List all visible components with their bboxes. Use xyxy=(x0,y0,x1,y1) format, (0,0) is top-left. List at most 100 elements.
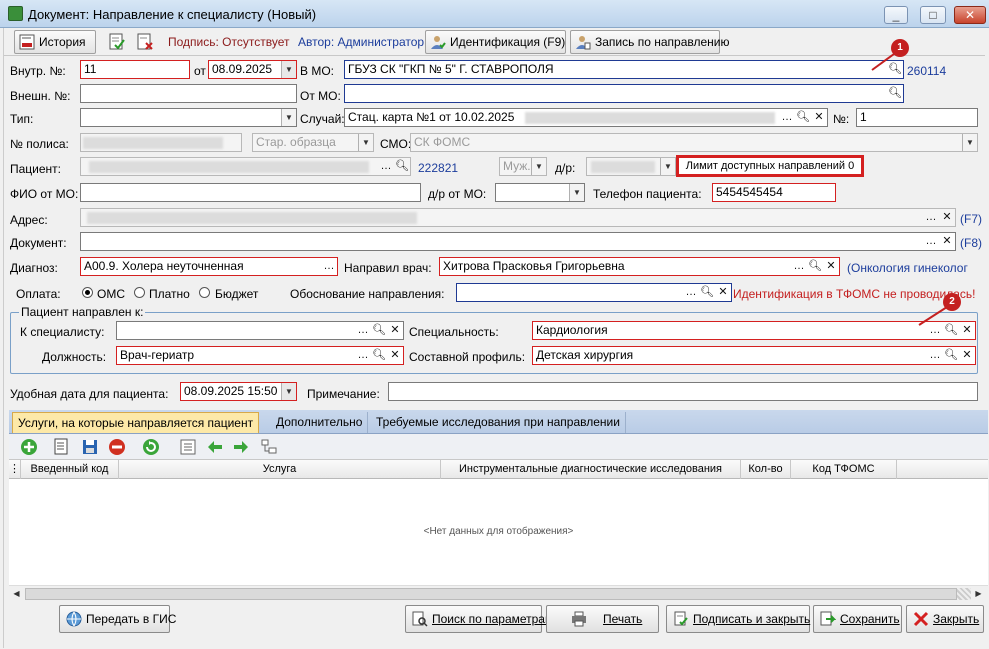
chevron-down-icon[interactable]: ▼ xyxy=(531,158,546,175)
chevron-down-icon[interactable]: ▼ xyxy=(358,134,373,151)
clear-icon[interactable]: ✕ xyxy=(811,109,827,126)
patient-input[interactable]: … 🔍︎ xyxy=(80,157,411,176)
add-icon[interactable] xyxy=(20,438,38,456)
doctor-input[interactable]: Хитрова Прасковья Григорьевна … 🔍︎ ✕ xyxy=(439,257,840,276)
phone-input[interactable]: 5454545454 xyxy=(712,183,836,202)
clear-icon[interactable]: ✕ xyxy=(939,209,955,226)
convenient-date-input[interactable]: 08.09.2025 15:50 ▼ xyxy=(180,382,297,401)
tab-services[interactable]: Услуги, на которые направляется пациент xyxy=(12,412,260,433)
clear-icon[interactable]: ✕ xyxy=(959,322,975,339)
external-no-input[interactable] xyxy=(80,84,297,103)
tab-research[interactable]: Требуемые исследования при направлении xyxy=(371,412,626,433)
search-icon[interactable]: 🔍︎ xyxy=(887,85,903,102)
chevron-down-icon[interactable]: ▼ xyxy=(660,158,675,175)
sign-doc-icon[interactable] xyxy=(106,31,128,53)
search-icon[interactable]: 🔍︎ xyxy=(699,284,715,301)
scroll-left-icon[interactable]: ◀ xyxy=(9,587,24,601)
clear-icon[interactable]: ✕ xyxy=(387,322,403,339)
list-icon[interactable] xyxy=(179,438,197,456)
scroll-right-icon[interactable]: ▶ xyxy=(971,587,986,601)
chevron-down-icon[interactable]: ▼ xyxy=(281,109,296,126)
grid-body[interactable]: <Нет данных для отображения> xyxy=(9,479,988,585)
chevron-down-icon[interactable]: ▼ xyxy=(962,134,977,151)
clear-icon[interactable]: ✕ xyxy=(387,347,403,364)
internal-no-input[interactable]: 11 xyxy=(80,60,190,79)
diagnosis-input[interactable]: A00.9. Холера неуточненная … xyxy=(80,257,338,276)
address-input[interactable]: … ✕ xyxy=(80,208,956,227)
col-tfoms-code[interactable]: Код ТФОМС xyxy=(791,460,897,479)
ellipsis-icon[interactable]: … xyxy=(923,209,939,226)
dob-mo-select[interactable]: ▼ xyxy=(495,183,585,202)
policy-input[interactable] xyxy=(80,133,242,152)
ellipsis-icon[interactable]: … xyxy=(779,109,795,126)
search-icon[interactable]: 🔍︎ xyxy=(807,258,823,275)
search-params-button[interactable]: Поиск по параметрам xyxy=(405,605,553,633)
minimize-button[interactable]: _ xyxy=(884,6,908,24)
case-input[interactable]: Стац. карта №1 от 10.02.2025 … 🔍︎ ✕ xyxy=(344,108,828,127)
search-icon[interactable]: 🔍︎ xyxy=(795,109,811,126)
clear-icon[interactable]: ✕ xyxy=(715,284,731,301)
print-button[interactable]: Печать xyxy=(546,605,659,633)
refresh-icon[interactable] xyxy=(142,438,160,456)
scroll-thumb[interactable] xyxy=(25,588,957,600)
ellipsis-icon[interactable]: … xyxy=(355,347,371,364)
clear-icon[interactable]: ✕ xyxy=(959,347,975,364)
type-select[interactable]: ▼ xyxy=(80,108,297,127)
window-titlebar[interactable]: Документ: Направление к специалисту (Нов… xyxy=(0,0,989,28)
search-icon[interactable]: 🔍︎ xyxy=(371,347,387,364)
ellipsis-icon[interactable]: … xyxy=(378,158,394,175)
tab-extra[interactable]: Дополнительно xyxy=(271,412,369,433)
arrow-right-icon[interactable] xyxy=(232,438,250,456)
sign-and-close-button[interactable]: Подписать и закрыть xyxy=(666,605,810,633)
dob-input[interactable]: ▼ xyxy=(586,157,676,176)
to-mo-input[interactable]: ГБУЗ СК "ГКП № 5" Г. СТАВРОПОЛЯ 🔍︎ xyxy=(344,60,904,79)
document-input[interactable]: … ✕ xyxy=(80,232,956,251)
col-quantity[interactable]: Кол-во xyxy=(741,460,791,479)
col-service[interactable]: Услуга xyxy=(119,460,441,479)
chevron-down-icon[interactable]: ▼ xyxy=(569,184,584,201)
tree-icon[interactable] xyxy=(260,438,278,456)
profile-input[interactable]: Детская хирургия … 🔍︎ ✕ xyxy=(532,346,976,365)
reason-input[interactable]: … 🔍︎ ✕ xyxy=(456,283,732,302)
clear-icon[interactable]: ✕ xyxy=(939,233,955,250)
sex-select[interactable]: Муж. ▼ xyxy=(499,157,547,176)
date-input[interactable]: 08.09.2025 ▼ xyxy=(208,60,297,79)
edit-icon[interactable] xyxy=(53,438,71,456)
specialist-input[interactable]: … 🔍︎ ✕ xyxy=(116,321,404,340)
maximize-button[interactable]: □ xyxy=(920,6,946,24)
chevron-down-icon[interactable]: ▼ xyxy=(281,383,296,400)
arrow-left-icon[interactable] xyxy=(206,438,224,456)
specialty-input[interactable]: Кардиология … 🔍︎ ✕ xyxy=(532,321,976,340)
ellipsis-icon[interactable]: … xyxy=(791,258,807,275)
close-button[interactable]: Закрыть xyxy=(906,605,984,633)
payment-oms-radio[interactable] xyxy=(82,287,93,298)
send-to-gis-button[interactable]: Передать в ГИС xyxy=(59,605,176,633)
unsign-doc-icon[interactable] xyxy=(134,31,156,53)
ellipsis-icon[interactable]: … xyxy=(683,284,699,301)
search-icon[interactable]: 🔍︎ xyxy=(371,322,387,339)
col-instrumental[interactable]: Инструментальные диагностические исследо… xyxy=(441,460,741,479)
smo-select[interactable]: СК ФОМС ▼ xyxy=(410,133,978,152)
payment-paid-radio[interactable] xyxy=(134,287,145,298)
search-icon[interactable]: 🔍︎ xyxy=(394,158,410,175)
history-button[interactable]: История xyxy=(14,30,96,54)
close-window-button[interactable]: ✕ xyxy=(954,6,986,24)
ellipsis-icon[interactable]: … xyxy=(321,258,337,275)
payment-budget-radio[interactable] xyxy=(199,287,210,298)
horizontal-scrollbar[interactable]: ◀ ▶ xyxy=(9,585,988,601)
from-mo-input[interactable]: 🔍︎ xyxy=(344,84,904,103)
identification-button[interactable]: Идентификация (F9) xyxy=(425,30,566,54)
ellipsis-icon[interactable]: … xyxy=(927,347,943,364)
delete-icon[interactable] xyxy=(108,438,126,456)
fio-mo-input[interactable] xyxy=(80,183,421,202)
record-by-referral-button[interactable]: Запись по направлению xyxy=(570,30,729,54)
note-input[interactable] xyxy=(388,382,978,401)
chevron-down-icon[interactable]: ▼ xyxy=(281,61,296,78)
ellipsis-icon[interactable]: … xyxy=(355,322,371,339)
grid-menu-icon[interactable]: ⋮ xyxy=(9,460,21,479)
col-entered-code[interactable]: Введенный код xyxy=(21,460,119,479)
clear-icon[interactable]: ✕ xyxy=(823,258,839,275)
num-input[interactable]: 1 xyxy=(856,108,978,127)
ellipsis-icon[interactable]: … xyxy=(923,233,939,250)
save-button[interactable]: Сохранить xyxy=(813,605,902,633)
